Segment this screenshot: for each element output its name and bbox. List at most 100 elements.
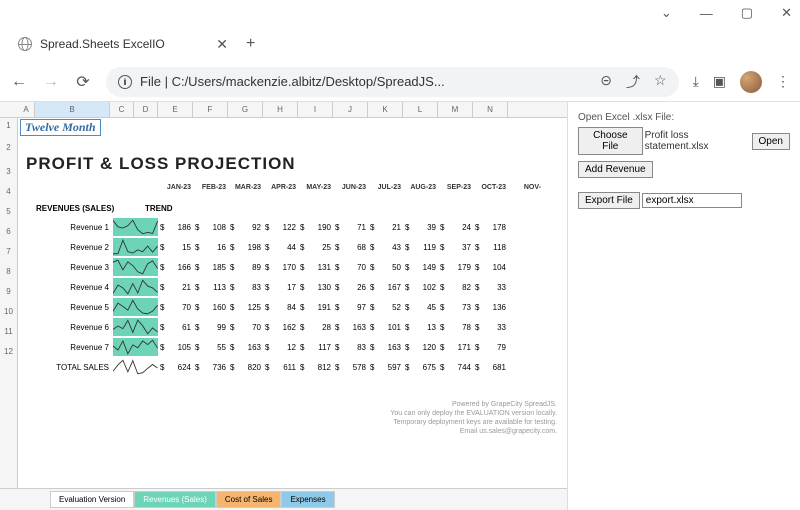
cell[interactable]: $61 bbox=[158, 323, 193, 332]
cell[interactable]: $163 bbox=[228, 343, 263, 352]
hide-dropdown-icon[interactable]: ⌄ bbox=[661, 5, 672, 21]
cell[interactable]: $179 bbox=[438, 263, 473, 272]
cell[interactable]: $171 bbox=[438, 343, 473, 352]
cell[interactable]: $136 bbox=[473, 303, 508, 312]
cell[interactable]: $113 bbox=[193, 283, 228, 292]
col-header[interactable]: H bbox=[263, 102, 298, 117]
grid[interactable]: Twelve Month PROFIT & LOSS PROJECTION JA… bbox=[18, 118, 567, 488]
row-num[interactable]: 2 bbox=[0, 134, 17, 162]
tab-close-icon[interactable]: ✕ bbox=[216, 36, 228, 53]
zoom-icon[interactable]: ⊝ bbox=[600, 72, 612, 92]
col-header[interactable]: J bbox=[333, 102, 368, 117]
cell[interactable]: $12 bbox=[263, 343, 298, 352]
cell[interactable]: $186 bbox=[158, 223, 193, 232]
cell[interactable]: $21 bbox=[368, 223, 403, 232]
col-header[interactable]: F bbox=[193, 102, 228, 117]
cell[interactable]: $119 bbox=[403, 243, 438, 252]
export-file-button[interactable]: Export File bbox=[578, 192, 640, 209]
cell[interactable]: $39 bbox=[403, 223, 438, 232]
cell[interactable]: $611 bbox=[263, 363, 298, 372]
cell[interactable]: $162 bbox=[263, 323, 298, 332]
cell[interactable]: $83 bbox=[333, 343, 368, 352]
export-filename-input[interactable] bbox=[642, 193, 742, 208]
cell[interactable]: $178 bbox=[473, 223, 508, 232]
cell[interactable]: $167 bbox=[368, 283, 403, 292]
browser-tab[interactable]: Spread.Sheets ExcelIO ✕ bbox=[8, 28, 238, 60]
cell[interactable]: $84 bbox=[263, 303, 298, 312]
col-header[interactable]: B bbox=[35, 102, 110, 117]
cell[interactable]: $104 bbox=[473, 263, 508, 272]
cell[interactable]: $185 bbox=[193, 263, 228, 272]
back-button[interactable]: ← bbox=[10, 73, 28, 91]
cell[interactable]: $97 bbox=[333, 303, 368, 312]
cell[interactable]: $120 bbox=[403, 343, 438, 352]
cell[interactable]: $83 bbox=[228, 283, 263, 292]
col-header[interactable]: G bbox=[228, 102, 263, 117]
cell[interactable]: $44 bbox=[263, 243, 298, 252]
maximize-icon[interactable]: ▢ bbox=[741, 5, 753, 21]
cell[interactable]: $578 bbox=[333, 363, 368, 372]
cell[interactable]: $125 bbox=[228, 303, 263, 312]
sheet-tab-active[interactable]: Revenues (Sales) bbox=[134, 491, 216, 508]
banner-cell[interactable]: Twelve Month bbox=[20, 119, 101, 136]
cell[interactable]: $130 bbox=[298, 283, 333, 292]
cell[interactable]: $736 bbox=[193, 363, 228, 372]
col-header[interactable]: C bbox=[110, 102, 134, 117]
cell[interactable]: $70 bbox=[228, 323, 263, 332]
cell[interactable]: $82 bbox=[438, 283, 473, 292]
cell[interactable]: $13 bbox=[403, 323, 438, 332]
close-icon[interactable]: ✕ bbox=[781, 5, 792, 21]
cell[interactable]: $820 bbox=[228, 363, 263, 372]
cell[interactable]: $166 bbox=[158, 263, 193, 272]
bookmark-icon[interactable]: ☆ bbox=[654, 72, 667, 92]
col-header[interactable]: L bbox=[403, 102, 438, 117]
cell[interactable]: $17 bbox=[263, 283, 298, 292]
cell[interactable]: $33 bbox=[473, 323, 508, 332]
cell[interactable]: $149 bbox=[403, 263, 438, 272]
row-num[interactable]: 11 bbox=[0, 322, 17, 342]
cell[interactable]: $55 bbox=[193, 343, 228, 352]
cell[interactable]: $79 bbox=[473, 343, 508, 352]
share-icon[interactable]: ⤴ bbox=[626, 72, 640, 92]
site-info-icon[interactable]: i bbox=[118, 75, 132, 89]
address-bar[interactable]: i File | C:/Users/mackenzie.albitz/Deskt… bbox=[106, 67, 679, 97]
cell[interactable]: $744 bbox=[438, 363, 473, 372]
col-header[interactable]: N bbox=[473, 102, 508, 117]
col-header[interactable]: D bbox=[134, 102, 158, 117]
cell[interactable]: $131 bbox=[298, 263, 333, 272]
cell[interactable]: $71 bbox=[333, 223, 368, 232]
sheet-tab[interactable]: Expenses bbox=[281, 491, 334, 508]
cell[interactable]: $25 bbox=[298, 243, 333, 252]
cell[interactable]: $70 bbox=[333, 263, 368, 272]
cell[interactable]: $122 bbox=[263, 223, 298, 232]
profile-avatar[interactable] bbox=[740, 71, 762, 93]
cell[interactable]: $43 bbox=[368, 243, 403, 252]
cell[interactable]: $198 bbox=[228, 243, 263, 252]
cell[interactable]: $681 bbox=[473, 363, 508, 372]
row-num[interactable]: 6 bbox=[0, 222, 17, 242]
row-num[interactable]: 9 bbox=[0, 282, 17, 302]
cell[interactable]: $24 bbox=[438, 223, 473, 232]
col-header[interactable]: K bbox=[368, 102, 403, 117]
cell[interactable]: $92 bbox=[228, 223, 263, 232]
row-num[interactable]: 10 bbox=[0, 302, 17, 322]
cell[interactable]: $99 bbox=[193, 323, 228, 332]
cell[interactable]: $70 bbox=[158, 303, 193, 312]
menu-icon[interactable]: ⋮ bbox=[776, 73, 790, 90]
col-header[interactable]: A bbox=[18, 102, 35, 117]
cell[interactable]: $624 bbox=[158, 363, 193, 372]
sheet-tab[interactable]: Evaluation Version bbox=[50, 491, 134, 508]
cell[interactable]: $675 bbox=[403, 363, 438, 372]
cell[interactable]: $33 bbox=[473, 283, 508, 292]
row-num[interactable]: 12 bbox=[0, 342, 17, 362]
cell[interactable]: $68 bbox=[333, 243, 368, 252]
cell[interactable]: $191 bbox=[298, 303, 333, 312]
cell[interactable]: $78 bbox=[438, 323, 473, 332]
cell[interactable]: $45 bbox=[403, 303, 438, 312]
cell[interactable]: $597 bbox=[368, 363, 403, 372]
cell[interactable]: $101 bbox=[368, 323, 403, 332]
new-tab-button[interactable]: + bbox=[246, 35, 255, 53]
reload-button[interactable]: ⟳ bbox=[74, 72, 92, 92]
cell[interactable]: $21 bbox=[158, 283, 193, 292]
forward-button[interactable]: → bbox=[42, 73, 60, 91]
